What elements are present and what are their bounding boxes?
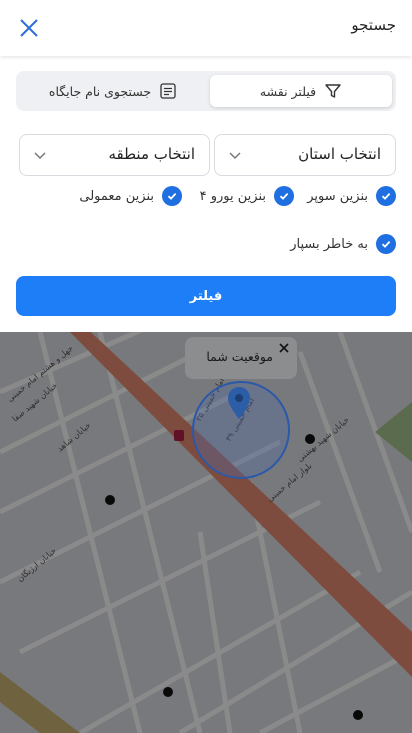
check-icon [376, 186, 396, 206]
check-icon [274, 186, 294, 206]
checkbox-fuel-euro4[interactable]: بنزین یورو ۴ [200, 186, 294, 206]
list-icon [160, 83, 176, 99]
tab-name-search-label: جستجوی نام جایگاه [48, 83, 152, 99]
checkbox-fuel-super-label: بنزین سوپر [307, 188, 368, 204]
region-select[interactable]: انتخاب منطقه [19, 134, 210, 176]
tab-map-filter[interactable]: فیلتر نقشه [210, 75, 392, 107]
checkbox-fuel-regular-label: بنزین معمولی [79, 188, 154, 204]
close-icon[interactable] [277, 341, 291, 355]
tab-name-search[interactable]: جستجوی نام جایگاه [22, 75, 204, 107]
check-icon [162, 186, 182, 206]
map-overlay [0, 332, 412, 733]
checkbox-fuel-super[interactable]: بنزین سوپر [307, 186, 396, 206]
checkbox-remember-label: به خاطر بسپار [290, 236, 368, 252]
province-select-value: انتخاب استان [298, 145, 381, 163]
checkbox-fuel-regular[interactable]: بنزین معمولی [79, 186, 182, 206]
page-title: جستجو [351, 16, 396, 34]
province-select[interactable]: انتخاب استان [214, 134, 396, 176]
location-popup-text: موقعیت شما [206, 349, 273, 364]
checkbox-remember[interactable]: به خاطر بسپار [290, 234, 396, 254]
checkbox-fuel-euro4-label: بنزین یورو ۴ [199, 188, 266, 204]
chevron-down-icon [34, 152, 46, 160]
search-mode-tabs: فیلتر نقشه جستجوی نام جایگاه [16, 71, 396, 111]
location-popup: موقعیت شما [185, 337, 297, 379]
region-select-value: انتخاب منطقه [108, 145, 195, 163]
tab-map-filter-label: فیلتر نقشه [259, 83, 317, 99]
map-view[interactable]: بلوار امام خمینی خیابان ارژنگان خیابان ش… [0, 332, 412, 733]
chevron-down-icon [229, 152, 241, 160]
app-header: جستجو [0, 0, 412, 56]
close-icon[interactable] [16, 15, 42, 41]
funnel-icon [325, 84, 341, 98]
filter-button[interactable]: فیلتر [16, 276, 396, 316]
check-icon [376, 234, 396, 254]
location-pin-icon[interactable] [227, 386, 251, 420]
